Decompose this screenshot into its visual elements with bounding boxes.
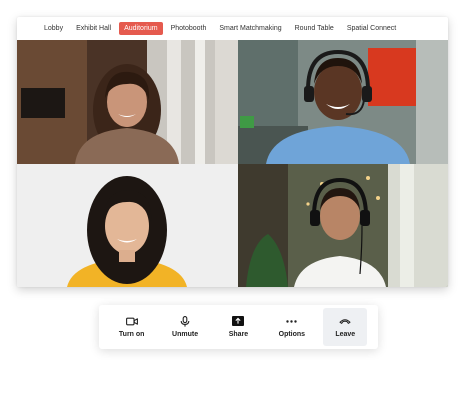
participant-video-image [17, 40, 238, 164]
hang-up-icon [339, 316, 351, 326]
tab-lobby[interactable]: Lobby [39, 22, 68, 35]
turn-on-label: Turn on [118, 331, 145, 338]
participant-video-image [238, 164, 448, 287]
venue-nav: Lobby Exhibit Hall Auditorium Photobooth… [17, 17, 448, 40]
participant-video-image [17, 164, 238, 287]
unmute-label: Unmute [172, 331, 199, 338]
share-label: Share [228, 331, 249, 338]
video-grid [17, 40, 448, 287]
options-button[interactable]: Options [270, 308, 314, 346]
participant-video-1[interactable] [17, 40, 238, 164]
tab-round-table[interactable]: Round Table [290, 22, 339, 35]
unmute-button[interactable]: Unmute [163, 308, 207, 346]
tab-photobooth[interactable]: Photobooth [166, 22, 212, 35]
participant-video-2[interactable] [238, 40, 448, 164]
tab-spatial-connect[interactable]: Spatial Connect [342, 22, 401, 35]
camera-icon [125, 316, 138, 326]
participant-video-3[interactable] [17, 164, 238, 287]
participant-video-4[interactable] [238, 164, 448, 287]
leave-label: Leave [335, 331, 356, 338]
meeting-window: Lobby Exhibit Hall Auditorium Photobooth… [17, 17, 448, 287]
tab-exhibit-hall[interactable]: Exhibit Hall [71, 22, 116, 35]
microphone-icon [179, 315, 191, 327]
more-icon [286, 316, 298, 326]
options-label: Options [278, 331, 306, 338]
tab-smart-matchmaking[interactable]: Smart Matchmaking [214, 22, 286, 35]
share-button[interactable]: Share [216, 308, 260, 346]
share-screen-icon [232, 316, 245, 326]
call-controls-bar: Turn on Unmute Share Options Leave [99, 305, 378, 349]
turn-on-camera-button[interactable]: Turn on [110, 308, 154, 346]
leave-button[interactable]: Leave [323, 308, 368, 346]
participant-video-image [238, 40, 448, 164]
tab-auditorium[interactable]: Auditorium [119, 22, 163, 35]
